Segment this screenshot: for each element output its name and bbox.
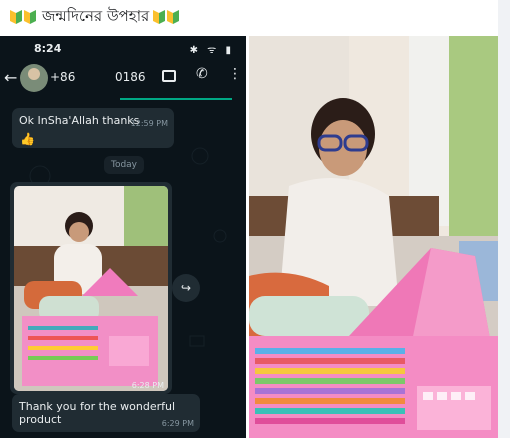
product-photo[interactable] <box>249 36 498 438</box>
badge-icon <box>10 10 22 24</box>
day-label: Today <box>104 156 144 174</box>
chat-photo[interactable] <box>14 186 168 391</box>
message-time: 6:29 PM <box>161 419 194 428</box>
more-icon[interactable]: ⋮ <box>228 66 242 82</box>
message-time: 6:28 PM <box>131 381 164 390</box>
message-time: 12:59 PM <box>130 119 168 128</box>
post-title: জন্মদিনের উপহার <box>42 6 150 25</box>
badge-icon <box>24 10 36 24</box>
contact-number-left: +86 <box>50 70 76 84</box>
post-header: জন্মদিনের উপহার <box>0 0 498 34</box>
message-text: Ok InSha'Allah thanks <box>19 114 140 127</box>
status-bar: 8:24 ✱ ᯤ ▮ <box>0 36 246 60</box>
image-message[interactable]: 6:28 PM <box>10 182 172 394</box>
page-scrollbar[interactable] <box>498 0 510 438</box>
forward-icon[interactable]: ↪ <box>172 274 200 302</box>
video-call-icon[interactable] <box>162 70 176 82</box>
header-underline <box>120 98 232 100</box>
badge-icon <box>153 10 166 24</box>
contact-number-right: 0186 <box>115 70 146 84</box>
back-arrow-icon[interactable]: ← <box>4 68 17 87</box>
thumbs-up-icon: 👍 <box>20 132 35 146</box>
message-text: Thank you for the wonderful product <box>19 400 176 426</box>
message-bubble[interactable]: Ok InSha'Allah thanks 12:59 PM 👍 <box>12 108 174 148</box>
status-time: 8:24 <box>34 42 62 55</box>
badge-icon <box>167 10 180 24</box>
chat-screenshot[interactable]: 8:24 ✱ ᯤ ▮ ← +86 0186 ✆ ⋮ Ok InSha'Allah… <box>0 36 246 438</box>
avatar[interactable] <box>20 64 48 92</box>
phone-icon[interactable]: ✆ <box>196 66 208 82</box>
message-bubble[interactable]: Thank you for the wonderful product 6:29… <box>12 394 200 432</box>
status-icons: ✱ ᯤ ▮ <box>189 45 234 56</box>
chat-header: ← +86 0186 ✆ ⋮ <box>0 60 246 100</box>
